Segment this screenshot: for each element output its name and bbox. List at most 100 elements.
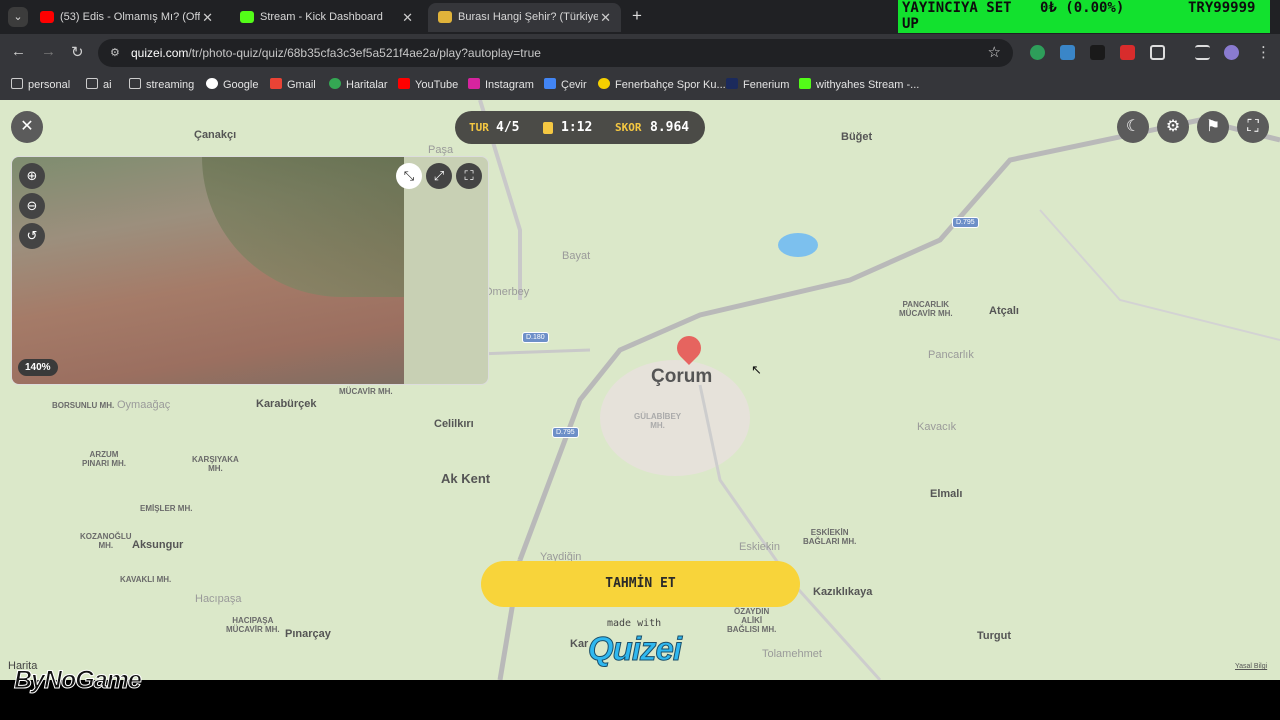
bookmark-item[interactable]: Çevir — [544, 78, 587, 91]
road-badge: D.795 — [952, 217, 979, 228]
bookmark-item[interactable]: personal — [11, 78, 70, 91]
moon-icon[interactable]: ☾ — [1117, 111, 1149, 143]
bookmark-item[interactable]: ai — [86, 78, 112, 91]
bookmark-label: Gmail — [287, 79, 316, 91]
quizei-logo[interactable]: Quizei — [587, 630, 682, 668]
map-label: Büğet — [841, 131, 873, 143]
close-icon[interactable]: ✕ — [202, 3, 213, 32]
forward-icon[interactable]: → — [41, 43, 56, 60]
banner-amount: 0₺ (0.00%) — [1040, 0, 1125, 16]
bookmark-label: streaming — [146, 79, 195, 91]
map-label: Celilkırı — [434, 418, 474, 430]
avatar[interactable] — [1224, 45, 1239, 60]
district-label: KAVAKLI MH. — [120, 575, 172, 584]
bookmark-item[interactable]: Instagram — [468, 78, 534, 91]
round-key: TUR — [469, 121, 489, 134]
bookmark-item[interactable]: streaming — [129, 78, 194, 91]
made-with-text: made with — [607, 618, 662, 629]
bookmark-item[interactable]: Haritalar — [329, 78, 388, 91]
close-icon[interactable]: ✕ — [402, 3, 413, 32]
bookmark-item[interactable]: Google — [206, 78, 258, 91]
zoom-in-icon[interactable]: ⊕ — [19, 163, 45, 189]
menu-icon[interactable]: ⋮ — [1256, 43, 1271, 61]
bookmark-label: personal — [28, 79, 71, 91]
photo-panel[interactable]: ⊕ ⊖ ↺ ⤡ ⤢ ⛶ 140% — [11, 156, 489, 385]
gmail-icon — [270, 78, 282, 89]
map-label: Pınarçay — [285, 628, 331, 640]
tab-title: Stream - Kick Dashboard — [260, 11, 383, 23]
bookmark-label: withyahes Stream -... — [816, 79, 920, 91]
puzzle-icon[interactable] — [1150, 45, 1165, 60]
youtube-icon — [398, 78, 410, 89]
bookmark-item[interactable]: Gmail — [270, 78, 316, 91]
game-status-bar: TUR 4/5 1:12 SKOR 8.964 — [455, 111, 705, 144]
bookmark-label: Haritalar — [346, 79, 388, 91]
tab-quizei[interactable]: Burası Hangi Şehir? (Türkiye) - ✕ — [428, 3, 621, 32]
district-label: KOZANOĞLU MH. — [80, 532, 132, 550]
bookmark-star-icon[interactable]: ☆ — [988, 43, 1001, 61]
folder-icon — [129, 78, 141, 89]
address-bar[interactable]: ⚙ quizei.com/tr/photo-quiz/quiz/68b35cfa… — [98, 39, 1013, 67]
extension-icon[interactable] — [1030, 45, 1045, 60]
collapse-icon[interactable]: ⤡ — [396, 163, 422, 189]
guess-button[interactable]: TAHMİN ET — [481, 561, 800, 607]
map-label: Kavacık — [917, 421, 957, 433]
google-icon — [206, 78, 218, 89]
kick-icon — [799, 78, 811, 89]
close-icon[interactable]: ✕ — [600, 3, 611, 32]
banner-text-2: UP — [902, 16, 919, 32]
score-key: SKOR — [615, 121, 642, 134]
tab-kick[interactable]: Stream - Kick Dashboard ✕ — [230, 3, 423, 32]
flag-icon[interactable]: ⚑ — [1197, 111, 1229, 143]
map-label: Aksungur — [132, 539, 184, 551]
map-label: Çanakçı — [194, 129, 237, 141]
district-label: ÖZAYDIN ALİKİ BAĞLISI MH. — [727, 607, 777, 634]
photo-hills — [202, 157, 404, 297]
map-label: Elmalı — [930, 488, 963, 500]
tab-search-button[interactable]: ⌄ — [8, 7, 28, 27]
bookmark-label: Çevir — [561, 79, 587, 91]
reset-icon[interactable]: ↺ — [19, 223, 45, 249]
extension-icon[interactable] — [1120, 45, 1135, 60]
legal-link[interactable]: Yasal Bilgi — [1235, 663, 1267, 670]
browser-chrome: ⌄ (53) Edis - Olmamış Mı? (Officia ✕ Str… — [0, 0, 1280, 100]
expand-icon[interactable]: ⤢ — [426, 163, 452, 189]
district-label: MÜCAVİR MH. — [339, 387, 393, 396]
url-domain: quizei.com — [131, 46, 189, 60]
extension-icon[interactable] — [1090, 45, 1105, 60]
site-info-icon[interactable]: ⚙ — [110, 46, 120, 59]
quizei-icon — [438, 11, 452, 23]
map-label: Paşa — [428, 144, 454, 156]
back-icon[interactable]: ← — [11, 43, 26, 60]
bookmark-item[interactable]: Fenerbahçe Spor Ku... — [598, 78, 726, 91]
tab-youtube[interactable]: (53) Edis - Olmamış Mı? (Officia ✕ — [30, 3, 223, 32]
extension-icon[interactable] — [1060, 45, 1075, 60]
map-label: Turgut — [977, 630, 1012, 642]
fullscreen-icon[interactable]: ⛶ — [1237, 111, 1269, 143]
url-text[interactable]: quizei.com/tr/photo-quiz/quiz/68b35cfa3c… — [131, 46, 541, 60]
banner-text: YAYINCIYA SET — [902, 0, 1012, 16]
map-label: Pancarlık — [928, 349, 974, 361]
district-label: PANCARLIK MÜCAVİR MH. — [899, 300, 953, 318]
folder-icon — [86, 78, 98, 89]
close-quiz-button[interactable]: ✕ — [11, 111, 43, 143]
district-label: ESKİEKİN BAĞLARI MH. — [803, 528, 857, 546]
fenerbahce-icon — [598, 78, 610, 89]
map-view[interactable]: D.795 D.180 D.795 Çanakçı Büğet Paşa Bay… — [0, 100, 1280, 680]
new-tab-button[interactable]: + — [632, 6, 642, 26]
district-label: GÜLABİBEY MH. — [634, 412, 682, 430]
zoom-out-icon[interactable]: ⊖ — [19, 193, 45, 219]
bookmark-item[interactable]: Fenerium — [726, 78, 789, 91]
aerial-city-photo — [12, 157, 404, 384]
fullscreen-photo-icon[interactable]: ⛶ — [456, 163, 482, 189]
media-icon[interactable] — [1195, 45, 1210, 60]
bookmark-item[interactable]: YouTube — [398, 78, 458, 91]
bookmark-item[interactable]: withyahes Stream -... — [799, 78, 919, 91]
gear-icon[interactable]: ⚙ — [1157, 111, 1189, 143]
timer-value: 1:12 — [561, 120, 593, 135]
kick-icon — [240, 11, 254, 23]
youtube-icon — [40, 11, 54, 23]
map-label: Bayat — [562, 250, 591, 262]
map-label: Oymaağaç — [117, 399, 171, 411]
reload-icon[interactable]: ↻ — [71, 43, 84, 61]
